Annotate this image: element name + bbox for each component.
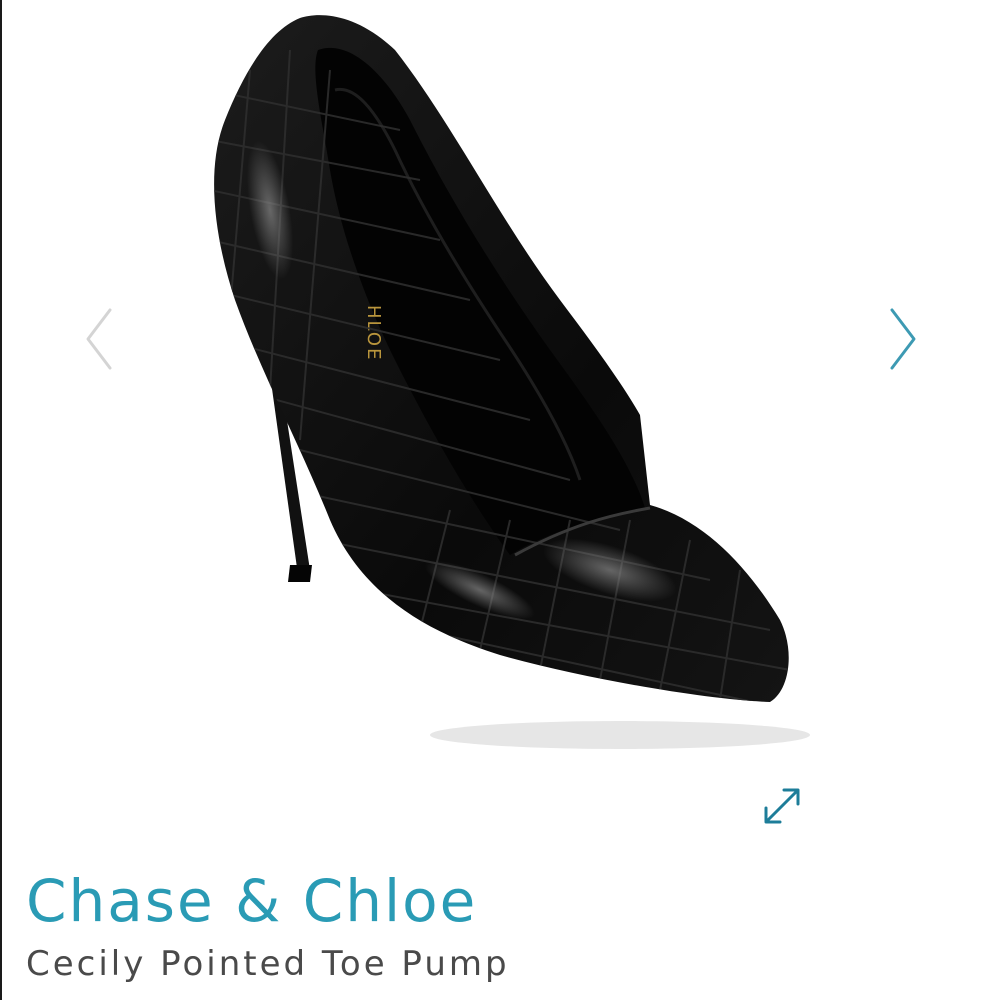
image-gallery: HLOE <box>0 0 1000 860</box>
brand-name[interactable]: Chase & Chloe <box>26 872 477 930</box>
next-image-button[interactable] <box>880 304 924 374</box>
chevron-left-icon <box>86 308 112 370</box>
chevron-right-icon <box>890 308 916 370</box>
insole-logo-text: HLOE <box>363 305 384 361</box>
expand-image-button[interactable] <box>758 782 806 830</box>
previous-image-button[interactable] <box>78 304 122 374</box>
product-title: Cecily Pointed Toe Pump <box>26 944 510 984</box>
expand-arrows-icon <box>764 788 800 824</box>
product-image[interactable]: HLOE <box>150 10 850 770</box>
